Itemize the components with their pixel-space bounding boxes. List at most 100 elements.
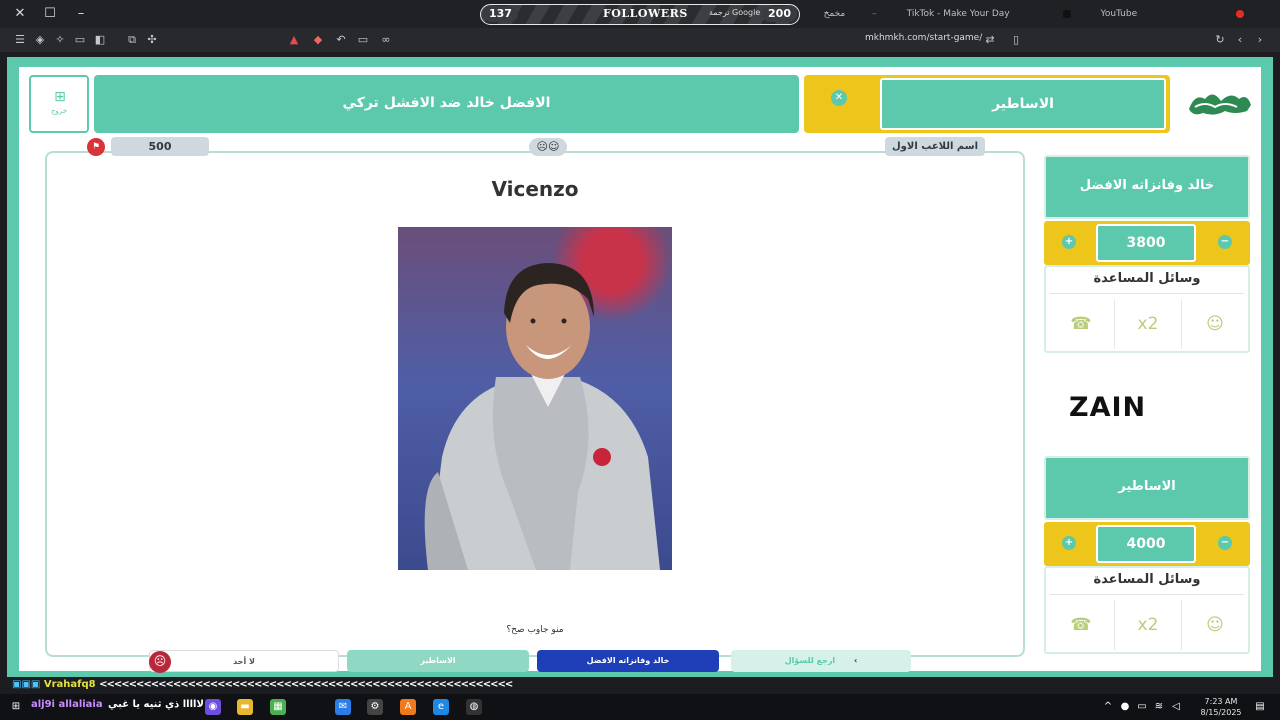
call-friend-icon[interactable]: ☎ — [1048, 301, 1114, 347]
chat-text: <<<<<<<<<<<<<<<<<<<<<<<<<<<<<<<<<<<<<<<<… — [99, 679, 513, 690]
exit-button[interactable]: ⊞ خروج — [29, 75, 89, 133]
tab-close-icon[interactable]: – — [872, 9, 877, 19]
subtract-points-button[interactable]: − — [1218, 235, 1232, 249]
brave-shield-icon[interactable]: ◆ — [310, 32, 326, 48]
home-icon: ⊞ — [54, 89, 66, 105]
team-2-score: 4000 — [1096, 525, 1196, 563]
mail-icon[interactable]: ✉ — [335, 699, 351, 715]
app-icon[interactable]: ◉ — [205, 699, 221, 715]
share-icon[interactable]: ⇄ — [982, 32, 998, 48]
tab-label: مخمخ — [823, 9, 846, 19]
game-page: ⊞ خروج الافضل خالد ضد الافشل تركي ✕ الاس… — [7, 57, 1273, 677]
taskbar: ⊞ alj9i allaliaia لااااا ذي ثنيه يا غبي … — [0, 694, 1280, 720]
team-2-aids: وسائل المساعدة ☎ x2 ☺ — [1044, 566, 1250, 654]
puzzle-icon[interactable]: ✣ — [144, 32, 160, 48]
tiktok-icon — [1062, 9, 1071, 18]
clock-time: 7:23 AM — [1204, 697, 1238, 706]
obs-icon[interactable]: ◍ — [466, 699, 482, 715]
windows-start-icon[interactable]: ⊞ — [8, 699, 24, 715]
chat-message: ▣▣▣ Vrahafq8 <<<<<<<<<<<<<<<<<<<<<<<<<<<… — [12, 679, 513, 693]
aids-label: وسائل المساعدة — [1093, 271, 1201, 286]
no-one-button[interactable]: لا أحد — [149, 650, 339, 672]
team-2-name: الاساطير — [1044, 456, 1250, 520]
hint-icon[interactable]: ☺ — [1182, 602, 1248, 648]
undo-icon[interactable]: ↶ — [333, 32, 349, 48]
bookmark-icon[interactable]: ▯ — [1008, 32, 1024, 48]
tabs-icon[interactable]: ▭ — [72, 32, 88, 48]
team-1-name: خالد وفانزاته الافضل — [1044, 155, 1250, 219]
taskbar-clock[interactable]: 7:23 AM 8/15/2025 — [1196, 696, 1246, 718]
mic-icon[interactable]: ● — [1117, 699, 1133, 715]
team-1-score: 3800 — [1096, 224, 1196, 262]
sponsor-logo: ZAIN — [1069, 392, 1147, 423]
screenshot-icon[interactable]: ⧉ — [124, 32, 140, 48]
tray-up-icon[interactable]: ^ — [1100, 699, 1116, 715]
divider — [1050, 594, 1244, 595]
sad-face-icon: ☹ — [149, 651, 171, 673]
url-field[interactable]: mkhmkh.com/start-game/ — [865, 33, 982, 43]
wifi-icon[interactable]: ≋ — [1151, 699, 1167, 715]
minimize-icon[interactable]: – — [71, 4, 91, 24]
double-points-icon[interactable]: x2 — [1115, 602, 1181, 648]
followers-goal: 200 — [762, 6, 797, 22]
tab-tiktok[interactable]: TikTok - Make Your Day — [893, 0, 1087, 28]
volume-icon[interactable]: ◁ — [1168, 699, 1184, 715]
aids-label: وسائل المساعدة — [1093, 572, 1201, 587]
khaled-team-button[interactable]: خالد وفانزاته الافضل — [537, 650, 719, 672]
reload-icon[interactable]: ↻ — [1212, 32, 1228, 48]
current-team-name: الاساطير — [880, 78, 1166, 130]
back-icon[interactable]: ‹ — [1232, 32, 1248, 48]
add-points-button[interactable]: + — [1062, 536, 1076, 550]
followers-current: 137 — [483, 6, 518, 22]
hint-icon[interactable]: ☺ — [1182, 301, 1248, 347]
brave-icon[interactable]: A — [400, 699, 416, 715]
file-explorer-icon[interactable]: ▬ — [237, 699, 253, 715]
chat-username: Vrahafq8 — [43, 679, 96, 690]
swap-turn-icon[interactable]: ✕ — [831, 90, 847, 106]
tab-label: YouTube — [1100, 9, 1138, 19]
tab-youtube[interactable]: YouTube — [1087, 0, 1260, 28]
tab-label: TikTok - Make Your Day — [906, 9, 1010, 19]
cast-icon[interactable]: ▭ — [355, 32, 371, 48]
no-one-label: لا أحد — [233, 657, 255, 666]
browser-tabs: مخمخ – TikTok - Make Your Day YouTube — [810, 0, 1260, 28]
clock-date: 8/15/2025 — [1200, 708, 1242, 717]
team-1-score-bar: + 3800 − — [1044, 221, 1250, 265]
player-label: اسم اللاعب الاول — [885, 137, 985, 156]
chevron-left-icon: ‹ — [853, 656, 858, 665]
settings-icon[interactable]: ⚙ — [367, 699, 383, 715]
double-points-icon[interactable]: x2 — [1115, 301, 1181, 347]
back-to-question-button[interactable]: ارجع للسؤال ‹ — [731, 650, 911, 672]
close-window-icon[interactable]: ✕ — [10, 4, 30, 24]
reaction-faces-icon[interactable]: ☹☺ — [529, 138, 567, 156]
youtube-icon — [1236, 9, 1244, 18]
add-points-button[interactable]: + — [1062, 235, 1076, 249]
address-bar: ☰ ◈ ✧ ▭ ◧ ⧉ ✣ ▲ ◆ ↶ ▭ ∞ mkhmkh.com/start… — [0, 28, 1280, 52]
tab-mkhmkh[interactable]: مخمخ – — [810, 0, 893, 28]
exit-label: خروج — [50, 107, 68, 115]
followers-goal-bar: 137 FOLLOWERS ترجمة Google 200 — [480, 4, 800, 25]
chat-text-2: لااااا ذي ثنيه يا غبي — [108, 699, 204, 710]
subtract-points-button[interactable]: − — [1218, 536, 1232, 550]
extension-icon[interactable]: ✧ — [52, 32, 68, 48]
window-titlebar: ✕ ☐ – 137 FOLLOWERS ترجمة Google 200 مخم… — [0, 0, 1280, 28]
network-icon[interactable]: ▭ — [1134, 699, 1150, 715]
brave-rewards-icon[interactable]: ▲ — [286, 32, 302, 48]
shield-icon[interactable]: ◈ — [32, 32, 48, 48]
edge-icon[interactable]: e — [433, 699, 449, 715]
menu-icon[interactable]: ☰ — [12, 32, 28, 48]
reader-icon[interactable]: ∞ — [378, 32, 394, 48]
call-friend-icon[interactable]: ☎ — [1048, 602, 1114, 648]
legends-team-button[interactable]: الاساطير — [347, 650, 529, 672]
game-board: ⊞ خروج الافضل خالد ضد الافشل تركي ✕ الاس… — [19, 67, 1261, 673]
current-turn-panel: ✕ الاساطير — [804, 75, 1170, 133]
forward-icon[interactable]: › — [1252, 32, 1268, 48]
maximize-icon[interactable]: ☐ — [40, 4, 60, 24]
notifications-icon[interactable]: ▤ — [1252, 699, 1268, 715]
sidebar-icon[interactable]: ◧ — [92, 32, 108, 48]
report-flag-icon[interactable]: ⚑ — [87, 138, 105, 156]
answer-text: Vicenzo — [491, 177, 579, 201]
question-points: 500 — [111, 137, 209, 156]
store-icon[interactable]: ▦ — [270, 699, 286, 715]
player-photo — [398, 227, 672, 570]
